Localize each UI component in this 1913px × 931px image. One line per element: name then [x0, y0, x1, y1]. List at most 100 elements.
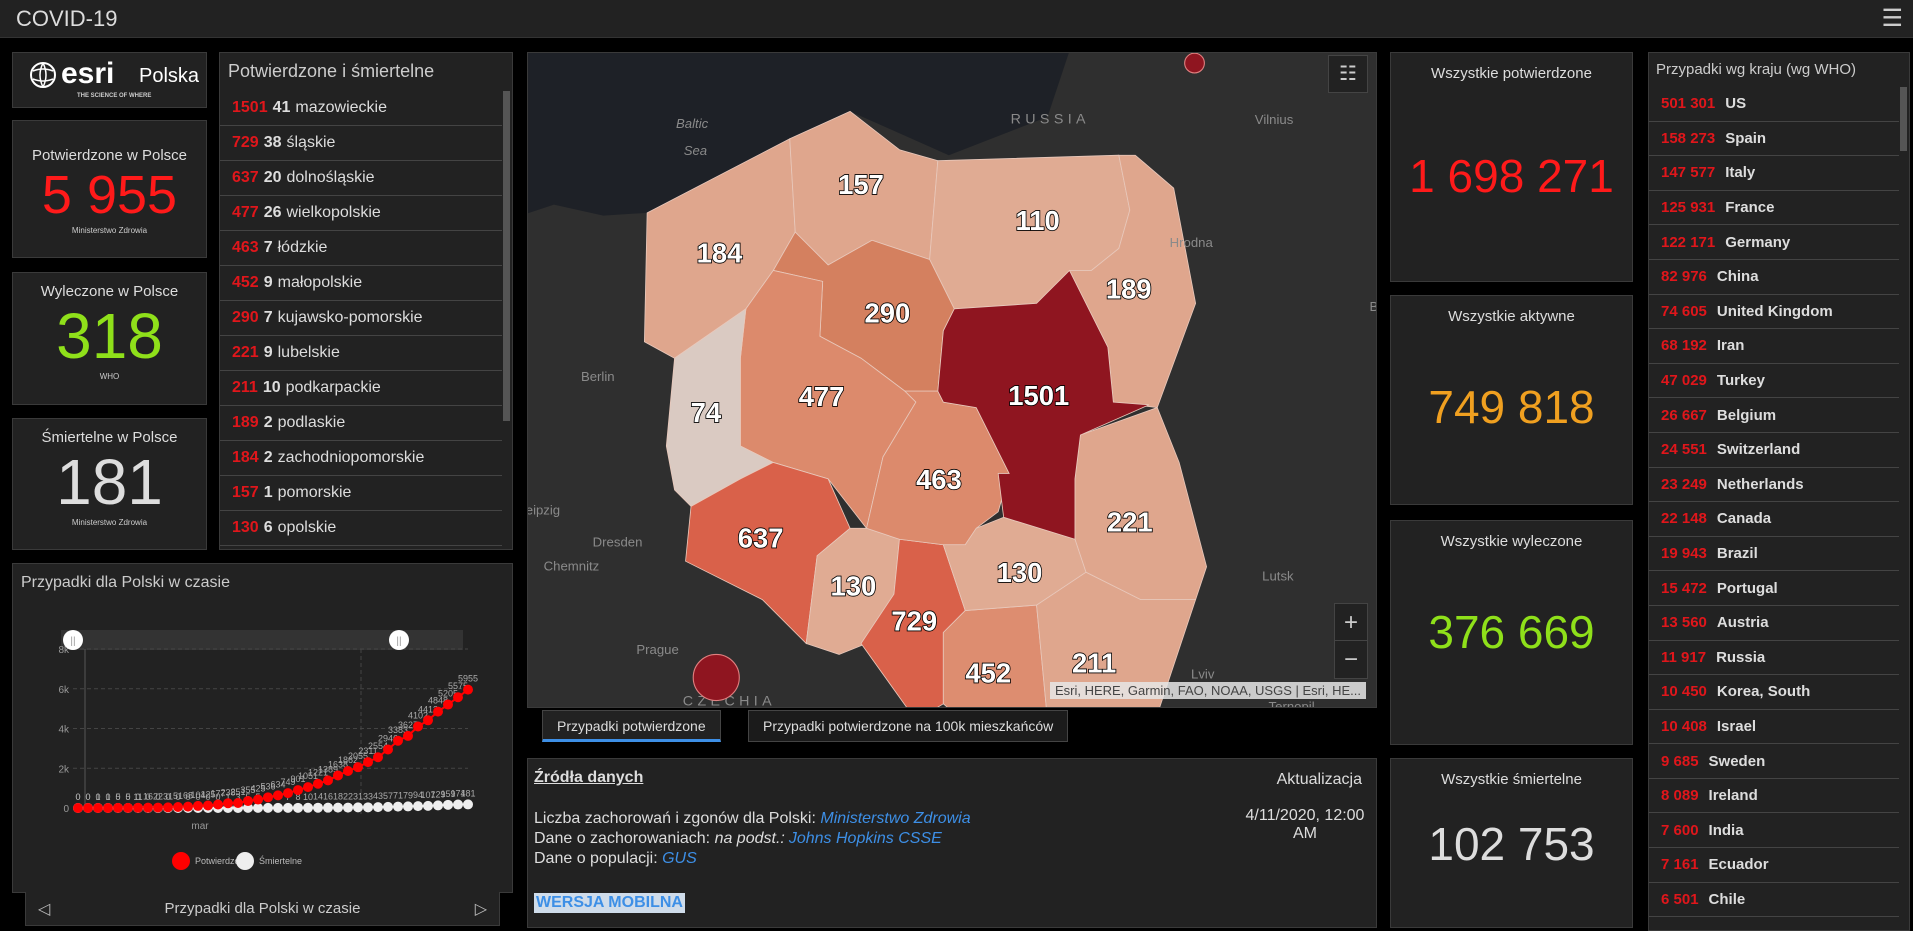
data-point[interactable]: [103, 802, 113, 813]
data-point[interactable]: [443, 799, 453, 810]
country-row[interactable]: 13 560 Austria: [1649, 606, 1899, 641]
country-row[interactable]: 68 192 Iran: [1649, 329, 1899, 364]
data-point[interactable]: [413, 721, 423, 732]
data-point[interactable]: [183, 801, 193, 812]
country-row[interactable]: 125 931 France: [1649, 191, 1899, 226]
data-point[interactable]: [93, 802, 103, 813]
country-row[interactable]: 147 577 Italy: [1649, 156, 1899, 191]
mobile-version-link[interactable]: WERSJA MOBILNA: [534, 893, 685, 913]
zoom-in-button[interactable]: +: [1335, 604, 1367, 641]
country-row[interactable]: 26 667 Belgium: [1649, 398, 1899, 433]
data-point[interactable]: [433, 706, 443, 717]
data-point[interactable]: [343, 765, 353, 776]
country-row[interactable]: 24 551 Switzerland: [1649, 433, 1899, 468]
cluster-marker[interactable]: [692, 653, 740, 702]
data-point[interactable]: [443, 699, 453, 710]
data-point[interactable]: [403, 801, 413, 812]
zoom-out-button[interactable]: −: [1335, 641, 1367, 678]
data-point[interactable]: [323, 802, 333, 813]
data-point[interactable]: [343, 802, 353, 813]
data-point[interactable]: [383, 744, 393, 755]
tab-confirmed[interactable]: Przypadki potwierdzone: [542, 710, 721, 742]
data-point[interactable]: [353, 762, 363, 773]
data-point[interactable]: [293, 785, 303, 796]
data-point[interactable]: [433, 800, 443, 811]
data-point[interactable]: [283, 788, 293, 799]
scrollbar[interactable]: [503, 91, 510, 421]
province-row[interactable]: 189 2 podlaskie: [220, 406, 502, 441]
data-point[interactable]: [83, 803, 93, 813]
country-row[interactable]: 10 408 Israel: [1649, 710, 1899, 745]
data-point[interactable]: [363, 802, 373, 813]
province-row[interactable]: 184 2 zachodniopomorskie: [220, 441, 502, 476]
data-point[interactable]: [333, 802, 343, 813]
legend-label[interactable]: Śmiertelne: [259, 855, 302, 866]
data-point[interactable]: [223, 798, 233, 809]
data-point[interactable]: [263, 792, 273, 803]
country-row[interactable]: 122 171 Germany: [1649, 225, 1899, 260]
country-row[interactable]: 8 089 Ireland: [1649, 779, 1899, 814]
country-row[interactable]: 501 301 US: [1649, 87, 1899, 122]
province-row[interactable]: 221 9 lubelskie: [220, 336, 502, 371]
source-link[interactable]: Johns Hopkins CSSE: [789, 830, 942, 847]
province-row[interactable]: 211 10 podkarpackie: [220, 371, 502, 406]
province-row[interactable]: 729 38 śląskie: [220, 126, 502, 161]
data-point[interactable]: [363, 757, 373, 768]
data-point[interactable]: [293, 802, 303, 813]
country-row[interactable]: 19 943 Brazil: [1649, 537, 1899, 572]
country-row[interactable]: 74 605 United Kingdom: [1649, 295, 1899, 330]
country-row[interactable]: 11 917 Russia: [1649, 641, 1899, 676]
data-point[interactable]: [423, 715, 433, 726]
data-point[interactable]: [453, 799, 463, 810]
data-point[interactable]: [423, 800, 433, 811]
data-point[interactable]: [383, 801, 393, 812]
data-point[interactable]: [113, 802, 123, 813]
map-svg[interactable]: 184 157 110 189 290 477 74 637 130 729 452 211 221 46…: [527, 52, 1377, 708]
province-row[interactable]: 477 26 wielkopolskie: [220, 196, 502, 231]
data-point[interactable]: [263, 802, 273, 813]
region-małopolskie[interactable]: [942, 604, 1047, 708]
data-point[interactable]: [333, 770, 343, 781]
data-point[interactable]: [453, 692, 463, 703]
data-point[interactable]: [373, 752, 383, 763]
data-point[interactable]: [413, 801, 423, 812]
next-arrow-icon[interactable]: ▷: [475, 899, 487, 919]
country-row[interactable]: 22 148 Canada: [1649, 502, 1899, 537]
country-row[interactable]: 15 472 Portugal: [1649, 571, 1899, 606]
data-point[interactable]: [283, 802, 293, 813]
map-view[interactable]: 184 157 110 189 290 477 74 637 130 729 452 211 221 46…: [527, 52, 1377, 708]
data-point[interactable]: [463, 799, 473, 810]
data-point[interactable]: [273, 790, 283, 801]
data-point[interactable]: [353, 802, 363, 813]
country-row[interactable]: 7 161 Ecuador: [1649, 848, 1899, 883]
country-row[interactable]: 158 273 Spain: [1649, 122, 1899, 157]
data-point[interactable]: [253, 794, 263, 805]
province-row[interactable]: 637 20 dolnośląskie: [220, 161, 502, 196]
data-point[interactable]: [393, 735, 403, 746]
country-row[interactable]: 6 501 Chile: [1649, 883, 1899, 918]
data-point[interactable]: [463, 684, 473, 695]
source-link[interactable]: Ministerstwo Zdrowia: [820, 810, 970, 827]
province-row[interactable]: 1501 41 mazowieckie: [220, 91, 502, 126]
data-point[interactable]: [243, 795, 253, 806]
source-link[interactable]: GUS: [662, 850, 697, 867]
data-point[interactable]: [303, 802, 313, 813]
province-row[interactable]: 290 7 kujawsko-pomorskie: [220, 301, 502, 336]
data-point[interactable]: [193, 800, 203, 811]
list-icon[interactable]: ☷: [1328, 55, 1368, 93]
data-point[interactable]: [203, 800, 213, 811]
country-row[interactable]: 9 685 Sweden: [1649, 744, 1899, 779]
data-point[interactable]: [143, 802, 153, 813]
map-attribution[interactable]: Esri, HERE, Garmin, FAO, NOAA, USGS | Es…: [1049, 682, 1366, 699]
hamburger-icon[interactable]: ☰: [1881, 4, 1903, 33]
province-row[interactable]: 452 9 małopolskie: [220, 266, 502, 301]
tab-confirmed-per-100k[interactable]: Przypadki potwierdzone na 100k mieszkańc…: [748, 710, 1069, 742]
data-point[interactable]: [173, 801, 183, 812]
scrollbar[interactable]: [1900, 87, 1907, 151]
data-point[interactable]: [403, 730, 413, 741]
data-point[interactable]: [73, 803, 83, 813]
country-row[interactable]: 82 976 China: [1649, 260, 1899, 295]
country-row[interactable]: 23 249 Netherlands: [1649, 468, 1899, 503]
data-point[interactable]: [123, 802, 133, 813]
country-row[interactable]: 7 600 India: [1649, 813, 1899, 849]
